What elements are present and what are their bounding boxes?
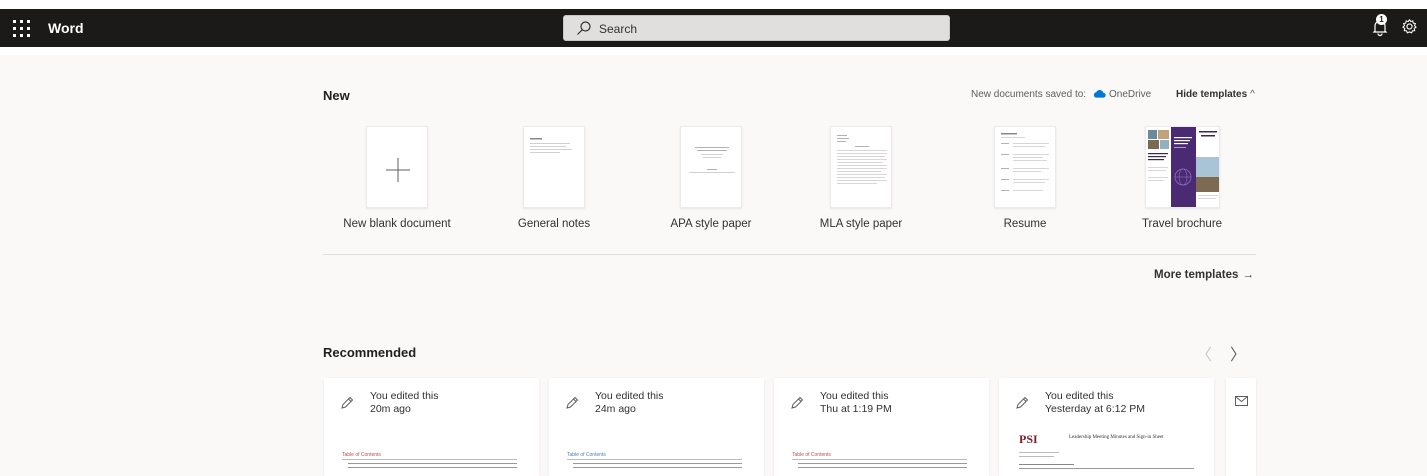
search-icon <box>577 21 591 35</box>
template-label: New blank document <box>343 218 451 230</box>
card-time: 20m ago <box>370 403 411 415</box>
recommended-card[interactable]: You edited this 24m ago Table of Content… <box>549 378 764 476</box>
more-templates-label: More templates <box>1154 269 1239 281</box>
document-preview: Table of Contents <box>334 426 529 476</box>
template-label: APA style paper <box>670 218 752 230</box>
onedrive-icon <box>1093 90 1106 98</box>
document-preview-icon <box>1001 133 1049 191</box>
chevron-right-icon[interactable]: 〉 <box>1230 341 1246 365</box>
pencil-icon <box>341 396 354 409</box>
hide-templates-label: Hide templates <box>1176 89 1248 100</box>
apa-paper-thumbnail <box>680 126 742 208</box>
recommended-card-partial[interactable] <box>1226 378 1256 476</box>
preview-logo: PSI <box>1019 432 1038 446</box>
template-general-notes[interactable]: General notes <box>479 126 629 230</box>
document-preview: PSI Leadership Meeting Minutes and Sign-… <box>1009 426 1204 476</box>
template-new-blank-document[interactable]: New blank document <box>322 126 472 230</box>
pencil-icon <box>791 396 804 409</box>
template-resume[interactable]: Resume <box>950 126 1100 230</box>
mail-icon <box>1235 396 1248 406</box>
card-activity: You edited this <box>1045 390 1114 402</box>
template-mla-style-paper[interactable]: MLA style paper <box>786 126 936 230</box>
settings-icon[interactable] <box>1401 18 1418 35</box>
template-label: MLA style paper <box>819 218 903 230</box>
app-launcher-icon[interactable] <box>12 18 32 38</box>
notification-badge: 1 <box>1376 14 1387 25</box>
preview-title: Leadership Meeting Minutes and Sign-in S… <box>1069 435 1164 440</box>
plus-icon <box>386 158 410 182</box>
chevron-left-icon[interactable]: 〈 <box>1196 341 1212 365</box>
saved-to-label: New documents saved to: <box>971 89 1087 100</box>
general-notes-thumbnail <box>523 126 585 208</box>
more-templates-link[interactable]: More templates → <box>1154 269 1254 281</box>
top-bar: Word Search 1 <box>0 0 1427 55</box>
document-preview: Table of Contents <box>559 426 754 476</box>
new-section-title: New <box>323 88 350 103</box>
onedrive-location[interactable]: OneDrive <box>1109 89 1151 100</box>
hide-templates-button[interactable]: Hide templates ^ <box>1176 89 1255 100</box>
recommended-section-title: Recommended <box>323 345 417 360</box>
search-placeholder: Search <box>599 22 638 36</box>
pencil-icon <box>1016 396 1029 409</box>
recommended-card[interactable]: You edited this 20m ago Table of Content… <box>324 378 539 476</box>
chevron-up-icon: ^ <box>1250 89 1255 100</box>
card-activity: You edited this <box>595 390 664 402</box>
card-time: 24m ago <box>595 403 636 415</box>
template-travel-brochure[interactable]: Travel brochure <box>1107 126 1257 230</box>
template-label: Travel brochure <box>1141 218 1223 230</box>
card-time: Thu at 1:19 PM <box>820 403 892 415</box>
preview-title: Table of Contents <box>792 452 831 458</box>
document-preview-icon <box>530 138 572 153</box>
travel-brochure-thumbnail <box>1144 126 1220 208</box>
preview-title: Table of Contents <box>342 452 381 458</box>
brochure-preview-icon <box>1145 127 1219 207</box>
template-label: Resume <box>1003 218 1047 230</box>
document-preview-icon <box>689 147 735 173</box>
section-divider <box>323 254 1256 255</box>
card-activity: You edited this <box>370 390 439 402</box>
card-time: Yesterday at 6:12 PM <box>1045 403 1146 415</box>
arrow-right-icon: → <box>1242 269 1254 281</box>
card-activity: You edited this <box>820 390 889 402</box>
document-preview-icon <box>837 135 887 184</box>
mla-paper-thumbnail <box>830 126 892 208</box>
template-apa-style-paper[interactable]: APA style paper <box>636 126 786 230</box>
preview-title: Table of Contents <box>567 452 606 458</box>
blank-document-thumbnail <box>366 126 428 208</box>
pencil-icon <box>566 396 579 409</box>
app-header: Word Search 1 <box>0 9 1427 47</box>
document-preview: Table of Contents <box>784 426 979 476</box>
app-name[interactable]: Word <box>48 19 84 37</box>
recommended-card[interactable]: You edited this Yesterday at 6:12 PM PSI… <box>999 378 1214 476</box>
search-input[interactable]: Search <box>563 15 950 41</box>
resume-thumbnail <box>994 126 1056 208</box>
template-label: General notes <box>517 218 591 230</box>
recommended-card[interactable]: You edited this Thu at 1:19 PM Table of … <box>774 378 989 476</box>
